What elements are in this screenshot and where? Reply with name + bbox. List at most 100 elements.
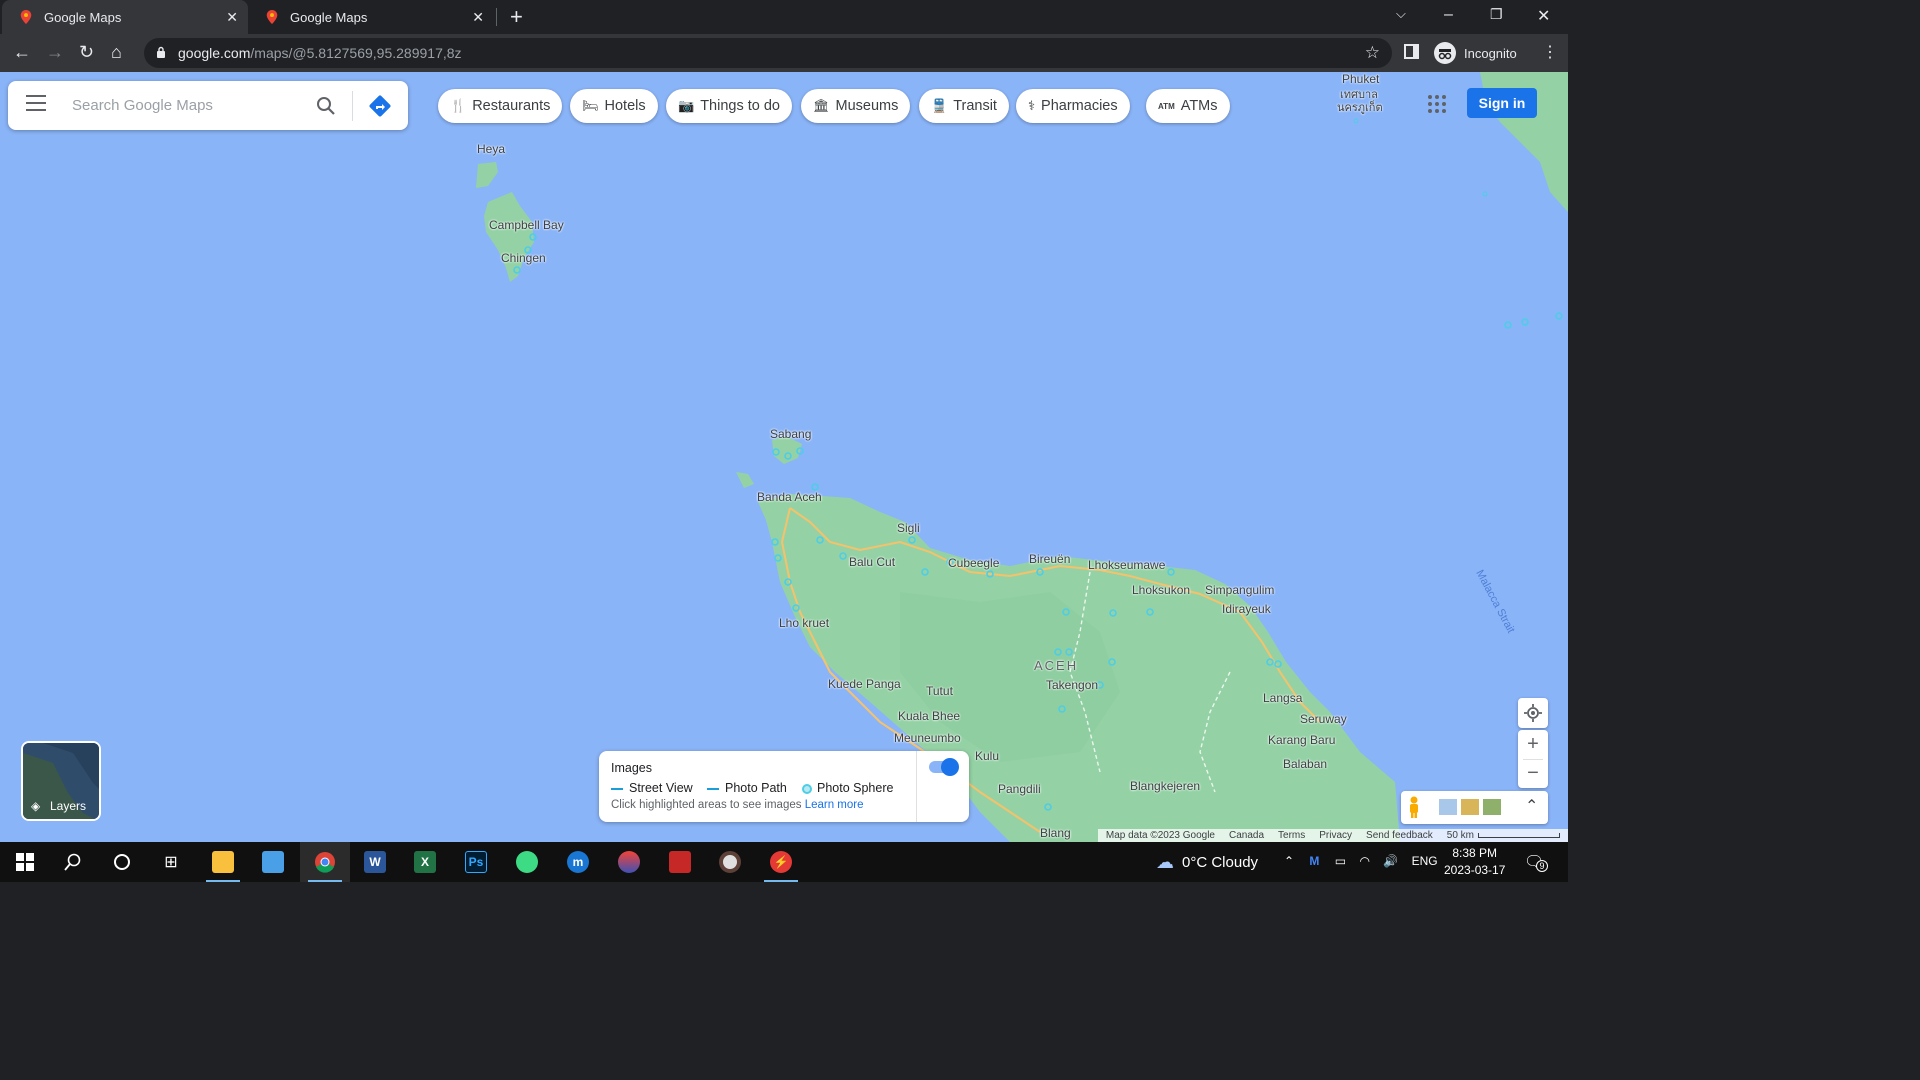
close-tab-icon[interactable]: ✕: [472, 9, 484, 26]
close-tab-icon[interactable]: ✕: [226, 9, 238, 26]
place-label[interactable]: Seruway: [1300, 712, 1347, 726]
address-bar[interactable]: google.com/maps/@5.8127569,95.289917,8z …: [144, 38, 1392, 68]
minimize-icon[interactable]: –: [1444, 6, 1453, 24]
chip-things-to-do[interactable]: 📷 Things to do: [666, 89, 792, 123]
place-label[interactable]: Campbell Bay: [489, 218, 564, 232]
side-panel-icon[interactable]: [1404, 44, 1419, 59]
chip-atms[interactable]: ATM ATMs: [1146, 89, 1230, 123]
movie-app-button[interactable]: [655, 842, 705, 882]
control-panel-button[interactable]: [248, 842, 298, 882]
word-button[interactable]: W: [350, 842, 400, 882]
close-window-icon[interactable]: ✕: [1537, 6, 1550, 26]
search-icon[interactable]: [316, 96, 336, 116]
clock[interactable]: 8:38 PM 2023-03-17: [1444, 845, 1505, 879]
place-label[interactable]: Banda Aceh: [757, 490, 822, 504]
search-input[interactable]: [72, 93, 302, 117]
m-app-tray-icon[interactable]: M: [1309, 854, 1319, 868]
zoom-out-button[interactable]: −: [1518, 760, 1548, 788]
hamburger-menu-icon[interactable]: [26, 95, 46, 111]
incognito-profile[interactable]: Incognito: [1434, 40, 1517, 66]
place-label[interactable]: Sabang: [770, 427, 811, 441]
start-button[interactable]: [0, 842, 50, 882]
kebab-menu-icon[interactable]: ⋮: [1542, 42, 1558, 62]
chip-restaurants[interactable]: 🍴 Restaurants: [438, 89, 563, 123]
url-text[interactable]: google.com/maps/@5.8127569,95.289917,8z: [178, 45, 462, 61]
chip-pharmacies[interactable]: ⚕ Pharmacies: [1016, 89, 1130, 123]
volume-icon[interactable]: 🔊: [1383, 854, 1398, 868]
place-label[interactable]: Idirayeuk: [1222, 602, 1271, 616]
tab-google-maps-2[interactable]: Google Maps ✕: [248, 0, 494, 34]
color-app-button[interactable]: [604, 842, 654, 882]
bookmark-star-icon[interactable]: ☆: [1365, 43, 1380, 63]
chevron-up-icon[interactable]: ⌃: [1284, 854, 1294, 868]
place-label[interactable]: Kuala Bhee: [898, 709, 960, 723]
zoom-in-button[interactable]: +: [1518, 730, 1548, 759]
disk-app-button[interactable]: [705, 842, 755, 882]
my-location-button[interactable]: [1518, 698, 1548, 728]
photo-thumbnail[interactable]: [1461, 799, 1479, 815]
pegman-icon[interactable]: [1407, 796, 1421, 818]
android-app-button[interactable]: [502, 842, 552, 882]
place-label[interactable]: Balaban: [1283, 757, 1327, 771]
language-indicator[interactable]: ENG: [1412, 854, 1438, 868]
tab-search-chevron-icon[interactable]: ⌵: [1396, 6, 1406, 22]
send-feedback-link[interactable]: Send feedback: [1366, 830, 1433, 841]
place-label[interactable]: Tutut: [926, 684, 953, 698]
red-app-button[interactable]: ⚡: [756, 842, 806, 882]
excel-button[interactable]: X: [400, 842, 450, 882]
chip-hotels[interactable]: 🛏 Hotels: [570, 89, 658, 123]
place-label[interactable]: Pangdili: [998, 782, 1041, 796]
reload-icon[interactable]: ↻: [79, 42, 94, 63]
mu-app-button[interactable]: m: [553, 842, 603, 882]
place-label[interactable]: Chingen: [501, 251, 546, 265]
place-label[interactable]: Kulu: [975, 749, 999, 763]
place-label[interactable]: Blangkejeren: [1130, 779, 1200, 793]
place-label[interactable]: Simpangulim: [1205, 583, 1274, 597]
scale-label[interactable]: 50 km: [1447, 830, 1474, 841]
place-label[interactable]: Heya: [477, 142, 505, 156]
place-label[interactable]: Takengon: [1046, 678, 1098, 692]
expand-chevron-icon[interactable]: ⌃: [1525, 796, 1538, 816]
place-label[interactable]: Phuket: [1342, 72, 1379, 86]
new-tab-button[interactable]: +: [510, 4, 523, 30]
forward-arrow-icon[interactable]: →: [46, 42, 64, 63]
cortana-button[interactable]: [97, 842, 147, 882]
directions-icon[interactable]: [368, 94, 392, 118]
learn-more-link[interactable]: Learn more: [805, 799, 864, 811]
task-view-button[interactable]: ⊞: [146, 842, 196, 882]
tab-google-maps-1[interactable]: Google Maps ✕: [2, 0, 248, 34]
sign-in-button[interactable]: Sign in: [1467, 88, 1537, 118]
place-label[interactable]: Kuede Panga: [828, 677, 901, 691]
notifications-button[interactable]: 🗨 9: [1524, 852, 1548, 872]
photoshop-button[interactable]: Ps: [451, 842, 501, 882]
back-arrow-icon[interactable]: ←: [13, 42, 31, 63]
place-label[interactable]: Cubeegle: [948, 556, 999, 570]
privacy-link[interactable]: Privacy: [1319, 830, 1352, 841]
place-label[interactable]: Blang: [1040, 826, 1071, 840]
home-icon[interactable]: ⌂: [111, 42, 122, 63]
place-label[interactable]: Langsa: [1263, 691, 1302, 705]
map-canvas[interactable]: Phuket เทศบาล นครภูเก็ต Heya Campbell Ba…: [0, 72, 1568, 842]
battery-icon[interactable]: ▭: [1335, 854, 1346, 868]
place-label[interactable]: Lhokseumawe: [1088, 558, 1165, 572]
place-label[interactable]: Meuneumbo: [894, 731, 961, 745]
chip-museums[interactable]: 🏛 Museums: [801, 89, 911, 123]
place-label[interactable]: Balu Cut: [849, 555, 895, 569]
place-label[interactable]: Lho kruet: [779, 616, 829, 630]
layers-button[interactable]: ◈ Layers: [21, 741, 101, 821]
place-label[interactable]: Lhoksukon: [1132, 583, 1190, 597]
file-explorer-button[interactable]: [198, 842, 248, 882]
place-label[interactable]: Bireuën: [1029, 552, 1070, 566]
google-apps-icon[interactable]: [1427, 94, 1447, 114]
place-label[interactable]: Karang Baru: [1268, 733, 1335, 747]
images-toggle[interactable]: [929, 758, 959, 776]
photo-thumbnail[interactable]: [1483, 799, 1501, 815]
weather-widget[interactable]: ☁ 0°C Cloudy: [1156, 852, 1258, 873]
search-button[interactable]: [48, 842, 98, 882]
restore-icon[interactable]: ❐: [1490, 6, 1503, 23]
place-label[interactable]: Sigli: [897, 521, 920, 535]
chrome-button[interactable]: [300, 842, 350, 882]
photo-thumbnail[interactable]: [1439, 799, 1457, 815]
terms-link[interactable]: Terms: [1278, 830, 1305, 841]
country-link[interactable]: Canada: [1229, 830, 1264, 841]
